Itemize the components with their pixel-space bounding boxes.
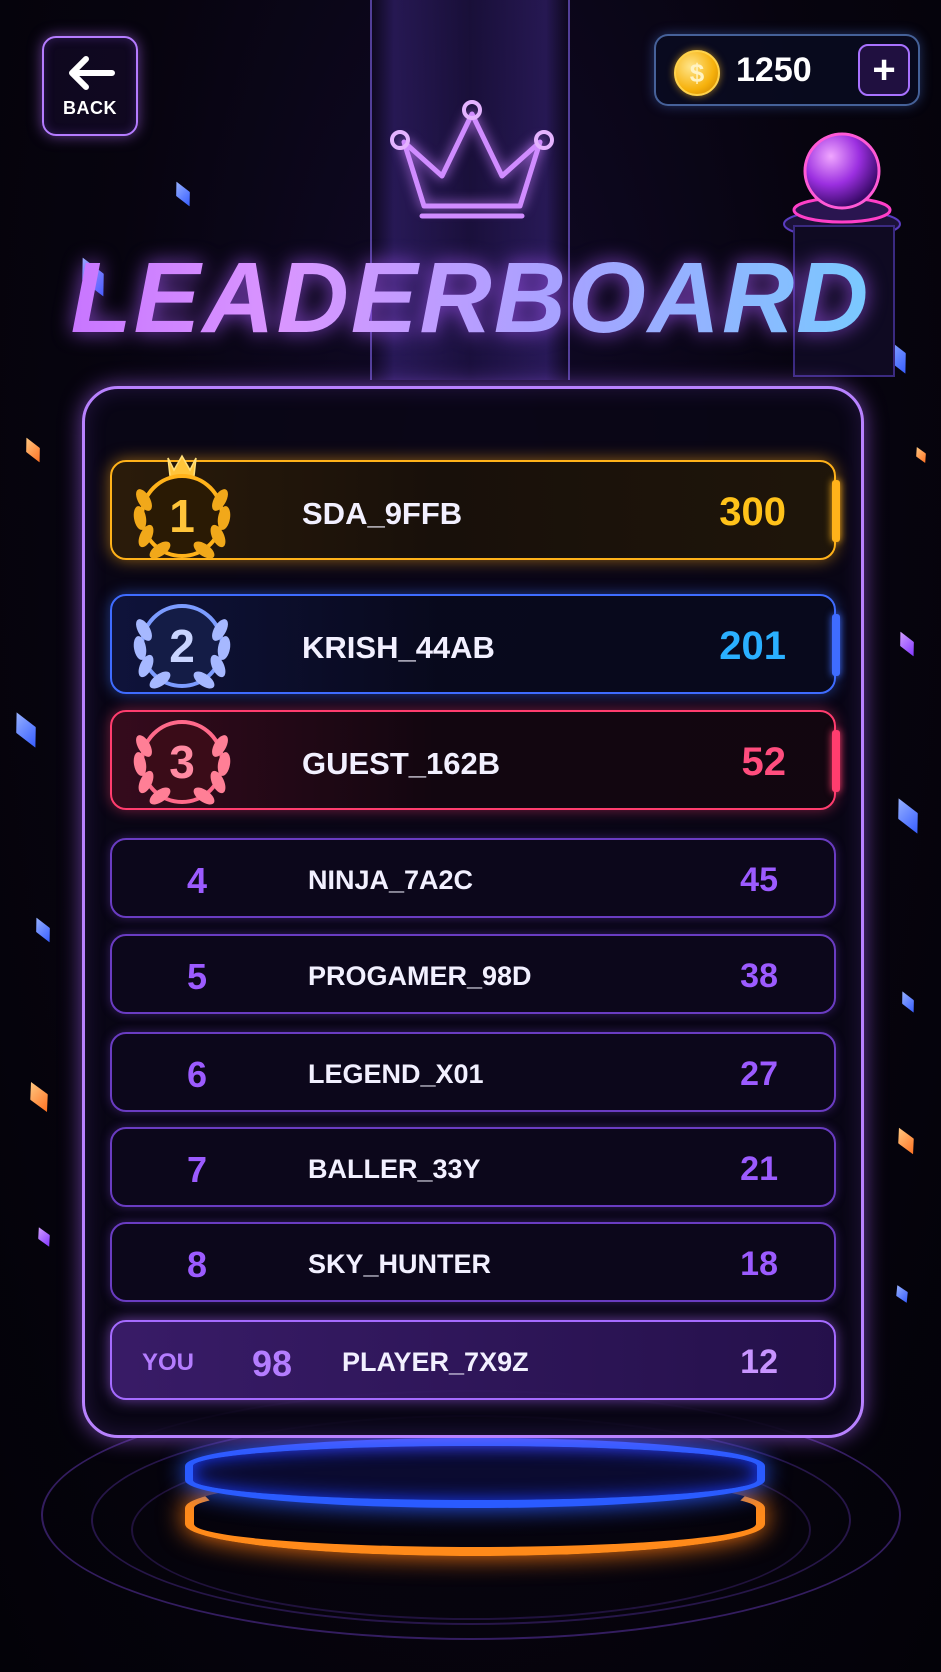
crown-icon [390,100,554,219]
player-score: 300 [719,490,786,534]
add-coins-button[interactable]: + [858,44,910,96]
player-score: 45 [740,861,778,899]
player-score: 18 [740,1245,778,1283]
player-name: SDA_9FFB [302,496,463,531]
crystal-shard [912,445,929,466]
leaderboard-row-rank-1[interactable]: 1 SDA_9FFB 300 [110,454,840,560]
rank-number: 7 [186,1149,208,1190]
coin-count: 1250 [736,51,812,89]
player-name: GUEST_162B [302,746,501,781]
player-score: 27 [740,1055,778,1093]
player-name: KRISH_44AB [302,630,495,665]
crystal-shard [894,628,920,659]
player-score: 12 [740,1343,778,1381]
podium [185,1438,765,1568]
player-name: PLAYER_7X9Z [342,1347,529,1377]
back-label: BACK [63,97,117,118]
rank-number: 8 [186,1244,208,1285]
laurel-medal-icon: 1 [133,454,231,559]
player-name: SKY_HUNTER [308,1249,492,1279]
back-arrow-icon [69,55,115,90]
laurel-medal-icon: 2 [133,604,231,689]
leaderboard-row-rank-5[interactable]: 5 PROGAMER_98D 38 [110,934,836,1014]
leaderboard-row-rank-7[interactable]: 7 BALLER_33Y 21 [110,1127,836,1207]
rank-number: 6 [186,1054,208,1095]
crystal-shard [892,1282,912,1305]
leaderboard-row-rank-2[interactable]: 2 KRISH_44AB 201 [110,594,840,694]
player-score: 201 [719,624,786,668]
leaderboard-row-rank-6[interactable]: 6 LEGEND_X01 27 [110,1032,836,1112]
crystal-shard [30,914,56,945]
player-score: 52 [741,740,787,784]
crystal-shard [892,1124,920,1158]
coin-icon: $ [674,50,720,96]
you-label: YOU [142,1349,195,1376]
leaderboard-row-rank-8[interactable]: 8 SKY_HUNTER 18 [110,1222,836,1302]
rank-number: 98 [252,1343,293,1384]
rank-number: 5 [186,956,208,997]
page-title: LEADERBOARD [0,248,941,348]
player-score: 38 [740,957,778,995]
rank-number: 4 [186,860,208,901]
crystal-shard [23,1078,55,1116]
back-button[interactable]: BACK [42,36,138,136]
crystal-shard [20,434,46,465]
leaderboard-row-you[interactable]: YOU 98 PLAYER_7X9Z 12 [110,1320,836,1400]
crystal-shard [170,178,196,209]
rank-number: 2 [169,620,195,672]
crystal-shard [890,794,926,839]
leaderboard-row-rank-4[interactable]: 4 NINJA_7A2C 45 [110,838,836,918]
player-name: PROGAMER_98D [308,961,532,991]
rank-number: 1 [169,490,195,542]
coin-balance: $ 1250 + [654,34,920,106]
player-name: LEGEND_X01 [308,1059,484,1089]
leaderboard-row-rank-3[interactable]: 3 GUEST_162B 52 [110,710,840,810]
crystal-shard [8,708,44,753]
crystal-shard [34,1224,55,1249]
player-name: NINJA_7A2C [308,865,474,895]
player-name: BALLER_33Y [308,1154,481,1184]
crystal-shard [897,989,919,1016]
podium-blue-tier [185,1438,765,1508]
rank-number: 3 [169,736,195,788]
player-score: 21 [740,1150,778,1188]
laurel-medal-icon: 3 [133,720,231,805]
